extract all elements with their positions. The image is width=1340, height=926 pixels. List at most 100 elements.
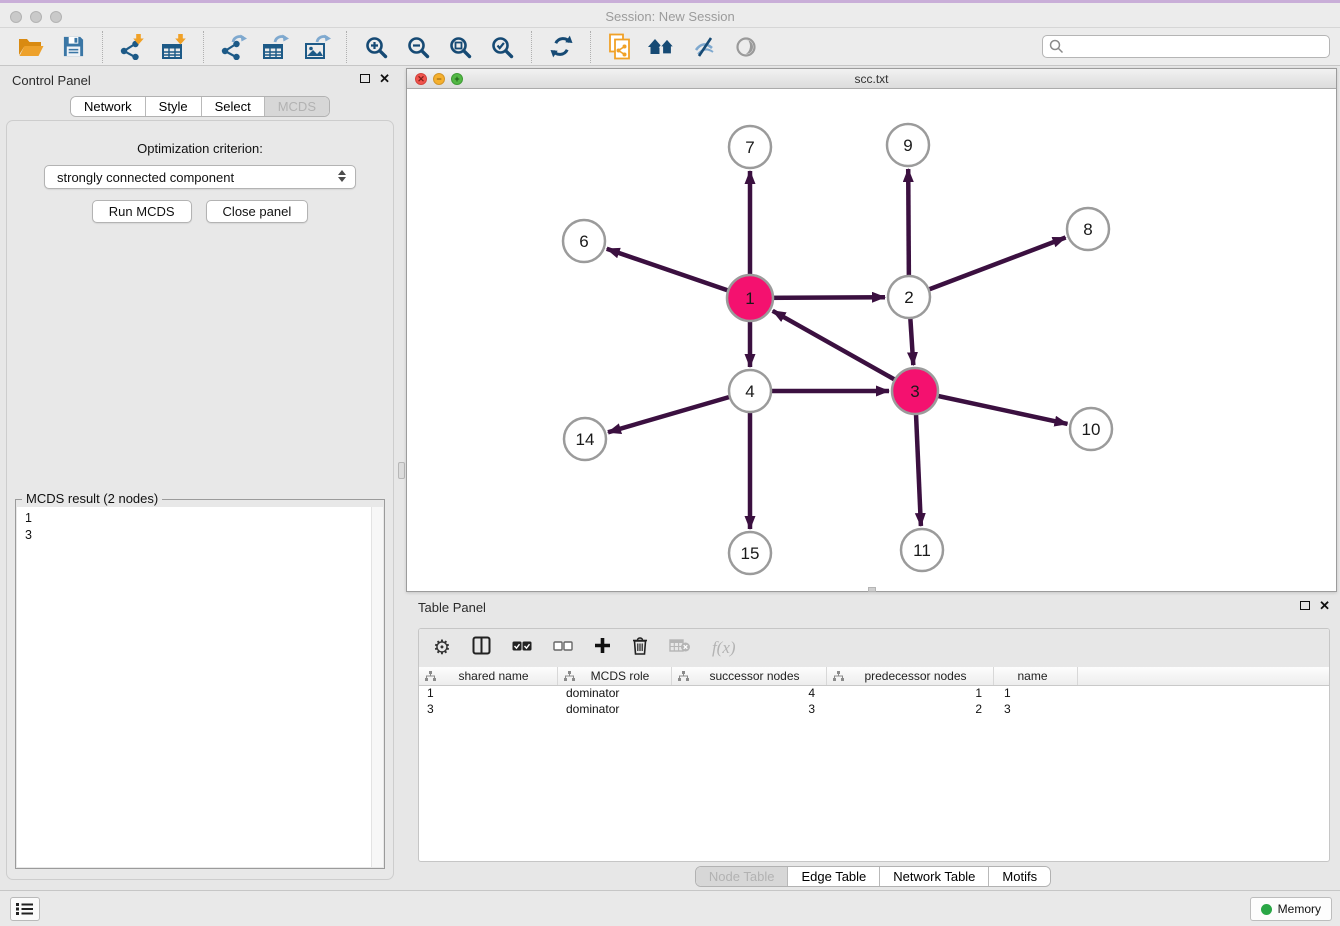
column-header-mcds-role[interactable]: MCDS role <box>558 667 672 685</box>
graph-node-label: 2 <box>904 288 913 307</box>
folder-open-icon <box>18 35 44 59</box>
cell-successor-nodes[interactable]: 4 <box>672 686 827 702</box>
open-file-button[interactable] <box>16 32 46 62</box>
float-table-panel-icon[interactable] <box>1300 601 1310 610</box>
cell-name[interactable]: 1 <box>994 686 1078 702</box>
tab-select[interactable]: Select <box>202 97 265 116</box>
toolbar-separator <box>531 31 532 63</box>
cell-predecessor-nodes[interactable]: 1 <box>827 686 994 702</box>
cell-shared-name[interactable]: 3 <box>419 702 558 718</box>
homes-icon <box>647 36 677 58</box>
search-input[interactable] <box>1042 35 1330 58</box>
table-settings-button[interactable]: ⚙ <box>433 638 451 658</box>
node-table-container: ⚙ <box>418 628 1330 862</box>
show-panels-button[interactable] <box>10 897 40 921</box>
column-header-predecessor-nodes[interactable]: predecessor nodes <box>827 667 994 685</box>
save-session-button[interactable] <box>58 32 88 62</box>
mcds-result-list[interactable]: 1 3 <box>17 507 383 867</box>
cell-mcds-role[interactable]: dominator <box>558 702 672 718</box>
cell-predecessor-nodes[interactable]: 2 <box>827 702 994 718</box>
import-network-button[interactable] <box>117 32 147 62</box>
memory-button[interactable]: Memory <box>1250 897 1332 921</box>
hide-style-button[interactable] <box>689 32 719 62</box>
show-view-button[interactable] <box>731 32 761 62</box>
cell-shared-name[interactable]: 1 <box>419 686 558 702</box>
result-scrollbar[interactable] <box>371 507 383 867</box>
network-graph[interactable]: 7968124314101511 <box>407 89 1336 592</box>
cell-mcds-role[interactable]: dominator <box>558 686 672 702</box>
home-button[interactable] <box>647 32 677 62</box>
float-panel-icon[interactable] <box>360 74 370 83</box>
zoom-selected-button[interactable] <box>487 32 517 62</box>
tree-icon <box>564 671 575 682</box>
new-network-file-button[interactable] <box>605 32 635 62</box>
select-all-button[interactable] <box>512 639 532 658</box>
column-header-shared-name[interactable]: shared name <box>419 667 558 685</box>
checked-boxes-icon <box>512 639 532 653</box>
graph-node-label: 3 <box>910 382 919 401</box>
graph-edge-3-1[interactable] <box>773 311 915 391</box>
graph-node-label: 14 <box>576 430 595 449</box>
zoom-out-button[interactable] <box>403 32 433 62</box>
function-builder-button[interactable]: f(x) <box>712 638 736 658</box>
mcds-result-item[interactable]: 1 <box>25 510 383 527</box>
tab-network[interactable]: Network <box>71 97 146 116</box>
control-panel-header: Control Panel ✕ <box>0 68 400 94</box>
network-window-titlebar[interactable]: ✕ − + scc.txt <box>407 69 1336 89</box>
table-row[interactable]: 1 dominator 4 1 1 <box>419 686 1329 702</box>
main-toolbar <box>0 28 1340 66</box>
zoom-in-button[interactable] <box>361 32 391 62</box>
network-import-icon <box>119 34 145 60</box>
cell-successor-nodes[interactable]: 3 <box>672 702 827 718</box>
split-divider-grip[interactable] <box>398 462 405 479</box>
toolbar-separator <box>346 31 347 63</box>
search-box <box>1042 35 1330 58</box>
table-export-icon <box>262 34 289 60</box>
graph-node-label: 6 <box>579 232 588 251</box>
graph-node-label: 11 <box>913 541 931 560</box>
window-titlebar: Session: New Session <box>0 0 1340 28</box>
export-table-button[interactable] <box>260 32 290 62</box>
graph-edge-2-8[interactable] <box>909 238 1066 298</box>
graph-node-label: 15 <box>741 544 760 563</box>
column-header-successor-nodes[interactable]: successor nodes <box>672 667 827 685</box>
network-resize-grip[interactable] <box>868 587 876 592</box>
mcds-result-item[interactable]: 3 <box>25 527 383 544</box>
tab-node-table[interactable]: Node Table <box>696 867 789 886</box>
export-network-button[interactable] <box>218 32 248 62</box>
close-panel-button[interactable]: Close panel <box>206 200 309 223</box>
close-table-panel-icon[interactable]: ✕ <box>1319 600 1330 611</box>
status-bar: Memory <box>0 890 1340 926</box>
tab-network-table[interactable]: Network Table <box>880 867 989 886</box>
toolbar-separator <box>203 31 204 63</box>
graph-node-label: 1 <box>745 289 754 308</box>
cell-name[interactable]: 3 <box>994 702 1078 718</box>
delete-column-button[interactable] <box>632 636 648 660</box>
graph-node-label: 8 <box>1083 220 1092 239</box>
mcds-result-group: MCDS result (2 nodes) 1 3 <box>15 499 385 869</box>
fit-content-button[interactable] <box>445 32 475 62</box>
memory-label: Memory <box>1278 902 1321 916</box>
export-image-button[interactable] <box>302 32 332 62</box>
close-panel-icon[interactable]: ✕ <box>379 73 390 84</box>
floppy-disk-icon <box>62 35 85 58</box>
add-column-button[interactable] <box>594 637 611 659</box>
plus-icon <box>594 637 611 654</box>
tree-icon <box>833 671 844 682</box>
criterion-dropdown[interactable]: strongly connected component <box>44 165 356 189</box>
show-columns-button[interactable] <box>472 636 491 660</box>
apply-layout-button[interactable] <box>546 32 576 62</box>
refresh-icon <box>549 34 574 59</box>
tab-style[interactable]: Style <box>146 97 202 116</box>
tab-motifs[interactable]: Motifs <box>989 867 1050 886</box>
column-header-name[interactable]: name <box>994 667 1078 685</box>
deselect-all-button[interactable] <box>553 639 573 658</box>
control-panel-title: Control Panel <box>12 73 91 88</box>
table-row[interactable]: 3 dominator 3 2 3 <box>419 702 1329 718</box>
network-canvas[interactable]: 7968124314101511 <box>407 89 1336 591</box>
import-table-button[interactable] <box>159 32 189 62</box>
delete-table-button[interactable] <box>669 638 691 658</box>
tab-mcds[interactable]: MCDS <box>265 97 329 116</box>
tab-edge-table[interactable]: Edge Table <box>788 867 880 886</box>
run-mcds-button[interactable]: Run MCDS <box>92 200 192 223</box>
